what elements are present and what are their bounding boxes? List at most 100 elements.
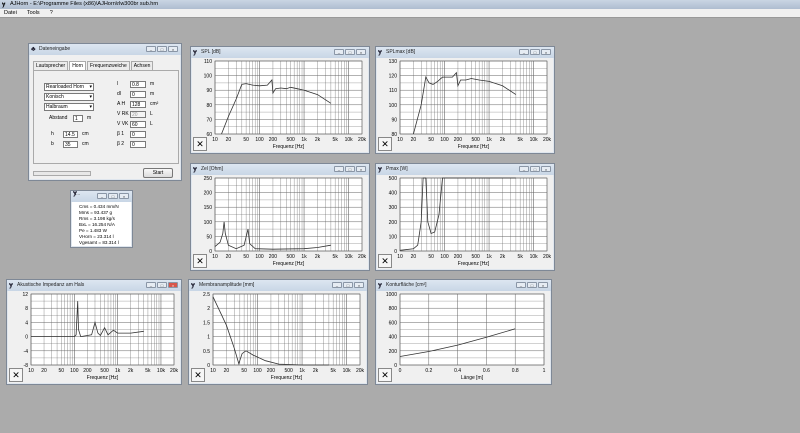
param-label: V VK	[117, 121, 129, 127]
menu-datei[interactable]: Datei	[4, 10, 17, 16]
param-input[interactable]: 0	[130, 141, 146, 148]
app-icon: ♣	[31, 46, 36, 53]
h-input[interactable]: 14.5	[63, 131, 78, 138]
cursor-tool-button[interactable]: ✕	[193, 137, 207, 151]
x-tick-label: 50	[243, 137, 249, 143]
y-tick-label: 400	[389, 191, 398, 197]
x-tick-label: 10	[210, 368, 216, 374]
cursor-tool-button[interactable]: ✕	[193, 254, 207, 268]
y-tick-label: -4	[24, 349, 29, 355]
x-tick-label: 1k	[299, 368, 305, 374]
x-tick-label: 100	[253, 368, 262, 374]
param-input[interactable]: 0	[130, 131, 146, 138]
y-tick-label: 300	[389, 205, 398, 211]
y-tick-label: 1000	[386, 292, 397, 298]
window-title: Dateneingabe	[39, 46, 71, 52]
x-tick-label: 0.2	[425, 368, 432, 374]
x-tick-label: 1k	[301, 254, 307, 260]
x-tick-label: 10k	[530, 137, 539, 143]
x-tick-label: 100	[440, 137, 449, 143]
x-tick-label: 20	[411, 254, 417, 260]
x-axis-label: Frequenz [Hz]	[458, 261, 490, 267]
cursor-tool-button[interactable]: ✕	[378, 368, 392, 382]
y-tick-label: 90	[206, 88, 212, 94]
y-tick-label: 110	[389, 88, 397, 94]
chart-plot: 809010011012013010 20 50 100 200 500 1k 2k 5k 10k…	[389, 59, 552, 150]
x-tick-label: 20	[41, 368, 47, 374]
x-tick-label: 5k	[518, 254, 524, 260]
close-button[interactable]: ×	[119, 193, 129, 199]
space-select[interactable]: Halbraum	[44, 103, 94, 111]
start-button[interactable]: Start	[143, 168, 173, 178]
x-tick-label: 5k	[518, 137, 524, 143]
y-tick-label: 100	[389, 234, 398, 240]
minimize-button[interactable]: –	[97, 193, 107, 199]
tab-frequenzweiche[interactable]: Frequenzweiche	[87, 61, 130, 70]
cursor-tool-button[interactable]: ✕	[378, 254, 392, 268]
x-tick-label: 50	[428, 254, 434, 260]
flare-select[interactable]: Konisch	[44, 93, 94, 101]
y-tick-label: 120	[389, 74, 398, 80]
b-input[interactable]: 35	[63, 141, 78, 148]
menu-help[interactable]: ?	[50, 10, 53, 16]
x-tick-label: 2k	[500, 254, 506, 260]
x-tick-label: 50	[58, 368, 64, 374]
tab-horn[interactable]: Horn	[69, 61, 87, 70]
y-tick-label: 200	[389, 220, 398, 226]
param-input[interactable]: 128	[130, 101, 146, 108]
param-input[interactable]: 60	[130, 121, 146, 128]
y-tick-label: 0.5	[203, 349, 210, 355]
tab-achsen[interactable]: Achsen	[130, 61, 154, 70]
tab-lautsprecher[interactable]: Lautsprecher	[33, 61, 69, 70]
y-tick-label: 50	[206, 234, 212, 240]
x-tick-label: 2k	[128, 368, 134, 374]
maximize-button[interactable]: □	[108, 193, 118, 199]
cursor-tool-button[interactable]: ✕	[191, 368, 205, 382]
x-tick-label: 5k	[331, 368, 337, 374]
window-title-bar[interactable]: ɏ I... – □ ×	[71, 190, 132, 202]
x-tick-label: 1k	[486, 137, 492, 143]
x-tick-label: 10	[28, 368, 34, 374]
horn-type-select[interactable]: Rearloaded Horn	[44, 83, 94, 91]
param-label: l	[117, 81, 119, 87]
menu-tools[interactable]: Tools	[27, 10, 40, 16]
x-tick-label: 10	[212, 254, 218, 260]
app-title: AJHorn - E:\Programme Files (x86)\AJHorn…	[10, 1, 159, 7]
param-input[interactable]: 0.8	[130, 81, 146, 88]
x-axis-label: Frequenz [Hz]	[273, 144, 305, 150]
y-tick-label: 0	[394, 363, 397, 369]
y-tick-label: 250	[204, 176, 213, 182]
y-tick-label: 8	[25, 306, 28, 312]
cursor-tool-button[interactable]: ✕	[9, 368, 23, 382]
x-tick-label: 20	[411, 137, 417, 143]
x-axis-label: Länge [m]	[461, 375, 484, 381]
x-tick-label: 200	[454, 137, 463, 143]
x-tick-label: 20k	[358, 254, 367, 260]
y-tick-label: 2	[207, 306, 210, 312]
maximize-button[interactable]: □	[157, 46, 167, 52]
abstand-input[interactable]: 1	[73, 115, 83, 122]
app-title-bar: ɏ AJHorn - E:\Programme Files (x86)\AJHor…	[0, 0, 800, 9]
chart-plot: 05010015020025010 20 50 100 200 500 1k 2k 5k 10k 2…	[204, 176, 367, 267]
chart-plot: 6070809010011010 20 50 100 200 500 1k 2k 5k 10k 20…	[204, 59, 367, 150]
minimize-button[interactable]: –	[146, 46, 156, 52]
param-input[interactable]: 0	[130, 91, 146, 98]
x-tick-label: 100	[70, 368, 79, 374]
abstand-unit: m	[87, 115, 92, 121]
x-tick-label: 500	[286, 254, 295, 260]
info-window: ɏ I... – □ × Cms = 0.434 mm/N Mms = 93.437 g…	[70, 190, 133, 248]
x-tick-label: 50	[241, 368, 247, 374]
abstand-label: Abstand	[49, 115, 68, 121]
param-input[interactable]: 20	[130, 111, 146, 118]
y-tick-label: 400	[389, 335, 398, 341]
x-axis-label: Frequenz [Hz]	[458, 144, 490, 150]
close-button[interactable]: ×	[168, 46, 178, 52]
x-tick-label: 20	[226, 137, 232, 143]
x-tick-label: 2k	[313, 368, 319, 374]
cursor-tool-button[interactable]: ✕	[378, 137, 392, 151]
x-tick-label: 5k	[145, 368, 151, 374]
y-tick-label: 800	[389, 306, 398, 312]
x-tick-label: 0.8	[512, 368, 519, 374]
window-title-bar[interactable]: ♣ Dateneingabe – □ ×	[29, 44, 181, 55]
x-tick-label: 0.4	[454, 368, 461, 374]
